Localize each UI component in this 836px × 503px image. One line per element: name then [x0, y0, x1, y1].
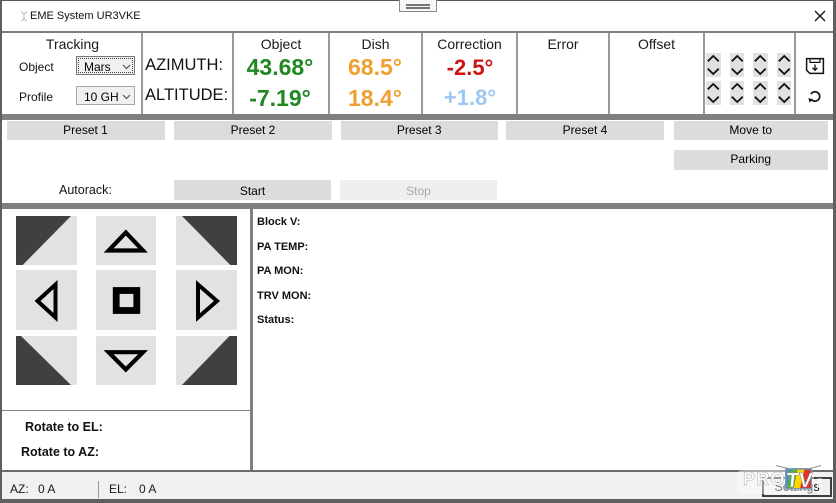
svg-text:TV: TV: [785, 469, 813, 490]
